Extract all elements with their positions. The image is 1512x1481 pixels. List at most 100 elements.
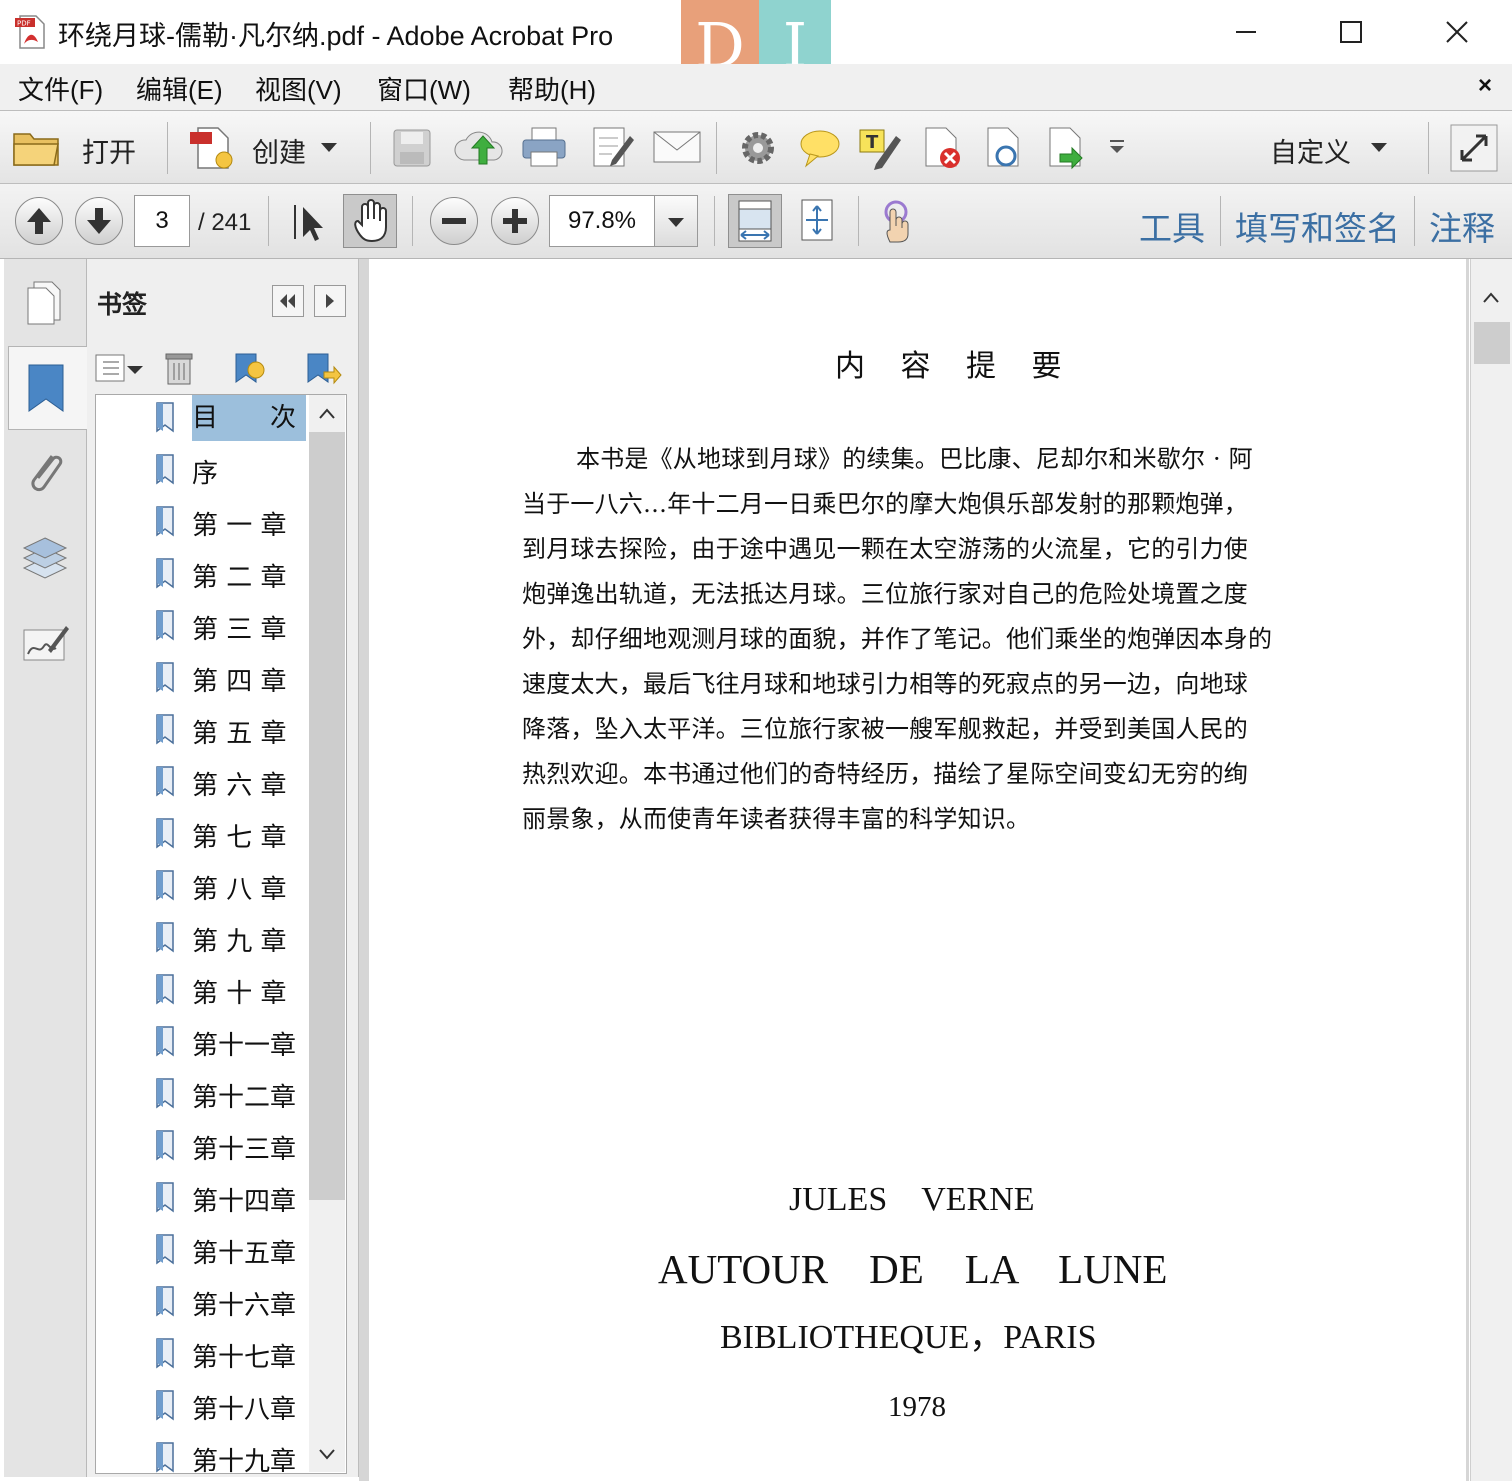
bookmark-item[interactable]: 第十六章: [96, 1279, 308, 1331]
page-rotate-icon[interactable]: [982, 124, 1026, 172]
comment-icon[interactable]: [798, 126, 842, 168]
gear-icon[interactable]: [738, 128, 778, 168]
signature-icon[interactable]: [20, 620, 70, 670]
menu-window[interactable]: 窗口(W): [377, 70, 471, 107]
toolbar-divider: [714, 196, 715, 246]
fit-page-icon[interactable]: [796, 196, 838, 244]
collapse-panel-button[interactable]: [272, 285, 304, 317]
bookmark-options-icon[interactable]: [95, 352, 145, 384]
delete-page-icon[interactable]: [920, 124, 966, 172]
panel-options-button[interactable]: [314, 285, 346, 317]
bookmark-scroll-thumb[interactable]: [309, 432, 345, 1200]
bookmark-item[interactable]: 第 七 章: [96, 811, 308, 863]
bookmark-item[interactable]: 第十二章: [96, 1071, 308, 1123]
bookmark-label: 第十一章: [192, 1031, 297, 1061]
bookmark-icon: [156, 1234, 174, 1265]
select-tool-icon[interactable]: [287, 201, 327, 243]
bookmark-item[interactable]: 第 八 章: [96, 863, 308, 915]
next-page-button[interactable]: [75, 197, 123, 245]
zoom-dropdown-button[interactable]: [654, 195, 698, 247]
attachment-icon[interactable]: [22, 448, 68, 498]
create-dropdown-icon[interactable]: [320, 142, 338, 154]
create-button[interactable]: [188, 124, 236, 177]
scroll-down-icon[interactable]: [316, 1444, 338, 1464]
toolbar-divider: [716, 122, 717, 174]
menu-file[interactable]: 文件(F): [18, 70, 103, 107]
bookmark-item[interactable]: 第 九 章: [96, 915, 308, 967]
fit-width-button[interactable]: [728, 194, 782, 248]
open-button[interactable]: [12, 124, 64, 173]
zoom-in-button[interactable]: [491, 197, 539, 245]
menu-edit[interactable]: 编辑(E): [136, 70, 223, 107]
email-icon[interactable]: [652, 128, 702, 166]
zoom-input[interactable]: 97.8%: [549, 195, 655, 247]
bookmark-icon: [156, 610, 174, 641]
tools-link[interactable]: 工具: [1139, 202, 1205, 250]
fullscreen-icon[interactable]: [1450, 124, 1498, 172]
fill-sign-link[interactable]: 填写和签名: [1235, 202, 1400, 250]
bookmark-item[interactable]: 第 六 章: [96, 759, 308, 811]
menu-help[interactable]: 帮助(H): [508, 70, 596, 107]
create-pdf-icon: [190, 127, 233, 169]
bookmark-icon: [156, 506, 174, 537]
bookmark-label: 目 次: [192, 395, 306, 441]
trash-icon[interactable]: [164, 350, 194, 386]
bookmark-item[interactable]: 第 四 章: [96, 655, 308, 707]
previous-page-button[interactable]: [15, 197, 63, 245]
new-bookmark-icon[interactable]: [232, 350, 268, 386]
bookmark-item[interactable]: 第十三章: [96, 1123, 308, 1175]
bookmark-item[interactable]: 第十四章: [96, 1175, 308, 1227]
bookmark-label: 第 三 章: [192, 615, 287, 645]
bookmark-label: 第 八 章: [192, 875, 287, 905]
bookmark-item[interactable]: 第 二 章: [96, 551, 308, 603]
bookmark-item[interactable]: 序: [96, 447, 308, 499]
bookmark-label: 序: [192, 459, 219, 489]
menu-view[interactable]: 视图(V): [255, 70, 342, 107]
bookmark-item[interactable]: 目 次: [96, 395, 308, 447]
create-label[interactable]: 创建: [252, 131, 306, 170]
text-edit-icon[interactable]: T: [858, 126, 904, 170]
toolbar-overflow-icon[interactable]: [1108, 138, 1126, 156]
bookmark-item[interactable]: 第 三 章: [96, 603, 308, 655]
hand-tool-button[interactable]: [343, 194, 397, 248]
scroll-up-icon[interactable]: [316, 404, 338, 424]
doc-scroll-up-icon[interactable]: [1480, 288, 1502, 308]
bookmark-item[interactable]: 第 五 章: [96, 707, 308, 759]
paragraph-line: 当于一八六…年十二月一日乘巴尔的摩大炮俱乐部发射的那颗炮弹，: [522, 490, 1248, 518]
bookmark-item[interactable]: 第十五章: [96, 1227, 308, 1279]
bookmark-item[interactable]: 第 一 章: [96, 499, 308, 551]
page-number-input[interactable]: 3: [134, 195, 190, 247]
page-thumbnails-icon[interactable]: [22, 278, 68, 326]
touch-read-icon[interactable]: [876, 198, 920, 244]
document-scroll-thumb[interactable]: [1474, 322, 1510, 364]
bookmark-item[interactable]: 第十七章: [96, 1331, 308, 1383]
expand-bookmark-icon[interactable]: [304, 350, 342, 386]
bookmark-item[interactable]: 第十九章: [96, 1435, 308, 1473]
print-icon[interactable]: [520, 124, 568, 170]
bookmark-label: 第 一 章: [192, 511, 287, 541]
bookmark-label: 第 四 章: [192, 667, 287, 697]
bookmark-item[interactable]: 第十八章: [96, 1383, 308, 1435]
document-scrollbar[interactable]: [1470, 259, 1512, 1481]
save-icon[interactable]: [390, 126, 434, 170]
maximize-button[interactable]: [1321, 10, 1381, 54]
zoom-out-button[interactable]: [430, 197, 478, 245]
bookmark-item[interactable]: 第十一章: [96, 1019, 308, 1071]
document-close-button[interactable]: ×: [1478, 72, 1492, 100]
bookmarks-panel-tab[interactable]: [8, 346, 87, 430]
layers-icon[interactable]: [20, 532, 70, 582]
customize-button[interactable]: 自定义: [1270, 131, 1351, 170]
fit-width-icon: [738, 200, 772, 242]
svg-text:T: T: [866, 132, 879, 153]
paragraph-line: 炮弹逸出轨道，无法抵达月球。三位旅行家对自己的危险处境置之度: [522, 580, 1248, 608]
customize-dropdown-icon[interactable]: [1370, 142, 1388, 154]
comment-link[interactable]: 注释: [1429, 202, 1495, 250]
minimize-button[interactable]: [1216, 10, 1276, 54]
close-button[interactable]: [1427, 10, 1487, 54]
cloud-upload-icon[interactable]: [452, 124, 506, 168]
open-label[interactable]: 打开: [82, 131, 136, 170]
bookmark-item[interactable]: 第 十 章: [96, 967, 308, 1019]
bookmark-icon: [156, 1026, 174, 1057]
export-icon[interactable]: [1044, 124, 1088, 172]
edit-document-icon[interactable]: [590, 124, 636, 170]
